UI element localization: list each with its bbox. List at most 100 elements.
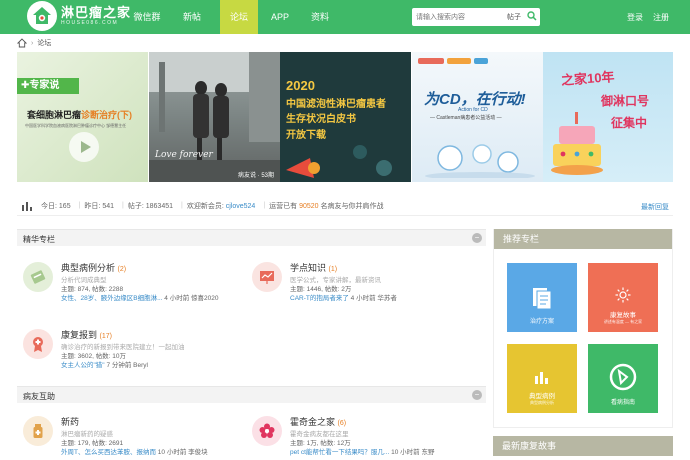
banner-line1: 御淋口号 (601, 94, 650, 108)
nav-new-posts[interactable]: 新帖 (170, 0, 214, 34)
category-last-post: CAR-T的抱局者来了 4 小时前 华苏者 (290, 294, 397, 303)
banner-title: 套细胞淋巴瘤诊断治疗(下) (27, 108, 132, 121)
stat-welcome-label: 欢迎新会员: (186, 202, 224, 210)
category-new-drugs[interactable]: 新药 淋巴瘤新药的疑惑 主题: 179, 帖数: 2691 外周T、怎么买西达苯… (23, 416, 208, 457)
tile-typical-cases[interactable]: 典型病例 典型病例分析 (507, 344, 577, 413)
tile-medical-guide[interactable]: 看病指南 (588, 344, 658, 413)
category-name[interactable]: 典型病例分析 (61, 263, 115, 273)
login-link[interactable]: 登录 (627, 12, 643, 23)
stat-running-value: 90520 (299, 202, 319, 210)
divider: | (181, 202, 183, 209)
banner-patient-story[interactable]: Love forever 病友说 · 53期 (149, 52, 280, 182)
last-post-meta: 10 小时前 李俊块 (157, 449, 208, 456)
house-logo-icon (33, 7, 51, 24)
collapse-icon[interactable]: − (472, 233, 482, 243)
flower-icon (252, 416, 282, 446)
top-header: 淋巴瘤之家 HOUSE086.COM 微信群 新帖 论坛 APP 资料 帖子 登… (0, 0, 690, 34)
section-header-featured: 精华专栏 − (17, 229, 486, 246)
tile-sublabel: 讲述有温度 — 有之家 (603, 319, 643, 324)
stat-running-prefix: 运营已有 (269, 202, 298, 210)
category-desc: 确诊治疗的新报到带来医院建立！一起加油 (61, 344, 185, 351)
section-title: 病友互助 (23, 392, 55, 401)
last-post-meta: 4 小时前 华苏者 (350, 295, 397, 302)
banner-castleman[interactable]: 为CD，在行动! Action for CD — Castleman病患者公益活… (412, 52, 543, 182)
nav-resources[interactable]: 资料 (302, 0, 338, 34)
divider: | (122, 202, 124, 209)
collapse-icon[interactable]: − (472, 390, 482, 400)
category-recovery-checkin[interactable]: 康复报到 (17) 确诊治疗的新报到带来医院建立！一起加油 主题: 3602, … (23, 329, 185, 370)
banner-title-text: 套细胞淋巴瘤 (27, 110, 82, 120)
last-post-link[interactable]: 女主人公的"猎" (61, 362, 105, 369)
play-icon[interactable] (69, 132, 99, 162)
logo-subtitle: HOUSE086.COM (61, 20, 119, 26)
stat-yesterday-value: 541 (102, 202, 115, 210)
bar-chart-icon (22, 201, 32, 211)
category-last-post: pet ct能帮忙看一下结果吗？服几... 10 小时前 东野 (290, 448, 434, 457)
tile-recovery-story[interactable]: 康复故事 讲述有温度 — 有之家 (588, 263, 658, 332)
site-logo[interactable]: 淋巴瘤之家 HOUSE086.COM (27, 1, 131, 31)
stat-today-value: 165 (58, 202, 71, 210)
category-name[interactable]: 霍奇金之家 (290, 417, 335, 427)
nav-forum[interactable]: 论坛 (220, 0, 258, 34)
banner-expert-talk[interactable]: ✚专家说 套细胞淋巴瘤诊断治疗(下) 中国医学科学院血液病医院淋巴肿瘤诊疗中心 … (17, 52, 148, 182)
presentation-icon (252, 262, 282, 292)
megaphone-icon (286, 145, 392, 178)
last-post-link[interactable]: pet ct能帮忙看一下结果吗？服几... (290, 449, 389, 456)
category-learn-knowledge[interactable]: 学点知识 (1) 医学公式，专家讲解，最新资讯 主题: 1446, 帖数: 2万… (252, 262, 397, 303)
stat-running: 运营已有 90520 名病友与你并肩作战 (269, 201, 383, 211)
category-name[interactable]: 康复报到 (61, 330, 97, 340)
sidebar-latest-stories: 最新康复故事 (493, 436, 673, 460)
category-hodgkin-home[interactable]: 霍奇金之家 (6) 霍奇金病友都在这里 主题: 1万, 帖数: 12万 pet … (252, 416, 434, 457)
latest-replies-link[interactable]: 最新回复 (641, 202, 669, 212)
logo-badge (27, 1, 57, 31)
new-member-link[interactable]: cjlove524 (226, 203, 256, 210)
sidebar-recommended: 推荐专栏 治疗方案 康复故事 讲述有温度 — 有之家 典型病例 典型病例分析 看… (493, 229, 673, 428)
tile-sublabel: 典型病例分析 (530, 400, 554, 405)
search-button[interactable] (526, 9, 538, 23)
banner-line1: 中国滤泡性淋巴瘤患者 (286, 99, 386, 110)
breadcrumb-current[interactable]: 论坛 (37, 38, 51, 48)
medicine-bottle-icon (23, 416, 53, 446)
search-input[interactable] (416, 10, 498, 24)
tile-label: 康复故事 (610, 312, 636, 319)
category-name[interactable]: 新药 (61, 417, 79, 427)
tile-treatment-plan[interactable]: 治疗方案 (507, 263, 577, 332)
last-post-link[interactable]: CAR-T的抱局者来了 (290, 295, 349, 302)
banner-line2: 生存状况白皮书 (286, 114, 356, 125)
tile-label: 看病指南 (610, 400, 635, 406)
category-name[interactable]: 学点知识 (290, 263, 326, 273)
last-post-meta: 4 小时前 惊喜2020 (164, 295, 219, 302)
section-title: 精华专栏 (23, 235, 55, 244)
last-post-link[interactable]: 女性、28岁、腋外边缘区B细胞淋... (61, 295, 162, 302)
home-icon[interactable] (17, 38, 27, 48)
category-stats: 主题: 3602, 帖数: 10万 (61, 353, 127, 360)
nav-app[interactable]: APP (258, 0, 302, 34)
register-link[interactable]: 注册 (653, 12, 669, 23)
last-post-link[interactable]: 外周T、怎么买西达苯胺、报纳而 (61, 449, 156, 456)
category-title: 新药 (61, 416, 208, 430)
stat-today: 今日: 165 (41, 201, 71, 211)
logo-title: 淋巴瘤之家 (61, 5, 132, 20)
category-case-analysis[interactable]: 典型病例分析 (2) 分析代词成典型 主题: 874, 帖数: 2288 女性、… (23, 262, 218, 303)
sponsor-logos (418, 58, 518, 66)
banner-line2: 征集中 (611, 116, 648, 130)
tile-label: 治疗方案 (529, 319, 554, 325)
search-icon (527, 11, 537, 21)
banner-caption: 中国医学科学院血液病医院淋巴肿瘤诊疗中心 邹德慧主任 (25, 123, 127, 128)
banner-10th-anniversary[interactable]: 之家10年 御淋口号 征集中 (543, 52, 673, 182)
stat-welcome: 欢迎新会员: cjlove524 (187, 201, 255, 211)
stat-yesterday-label: 昨日: (84, 202, 101, 210)
banner-tag: ✚专家说 (17, 78, 79, 94)
last-post-meta: 10 小时前 东野 (391, 449, 435, 456)
banner-whitepaper[interactable]: 2020 中国滤泡性淋巴瘤患者 生存状况白皮书 开放下载 (280, 52, 411, 182)
divider: | (263, 202, 266, 209)
category-desc: 淋巴瘤新药的疑惑 (61, 431, 113, 438)
banner-title: 为CD，在行动! (424, 91, 526, 108)
category-title: 霍奇金之家 (6) (290, 416, 434, 430)
category-desc: 分析代词成典型 (61, 277, 107, 284)
case-analysis-icon (23, 262, 53, 292)
forum-stats-bar: 今日: 165 | 昨日: 541 | 帖子: 1863451 | 欢迎新会员:… (17, 196, 673, 216)
search-type-select[interactable]: 帖子 (507, 12, 521, 22)
banner-caption: — Castleman病患者公益活动 — (430, 115, 502, 121)
nav-wechat-groups[interactable]: 微信群 (124, 0, 170, 34)
